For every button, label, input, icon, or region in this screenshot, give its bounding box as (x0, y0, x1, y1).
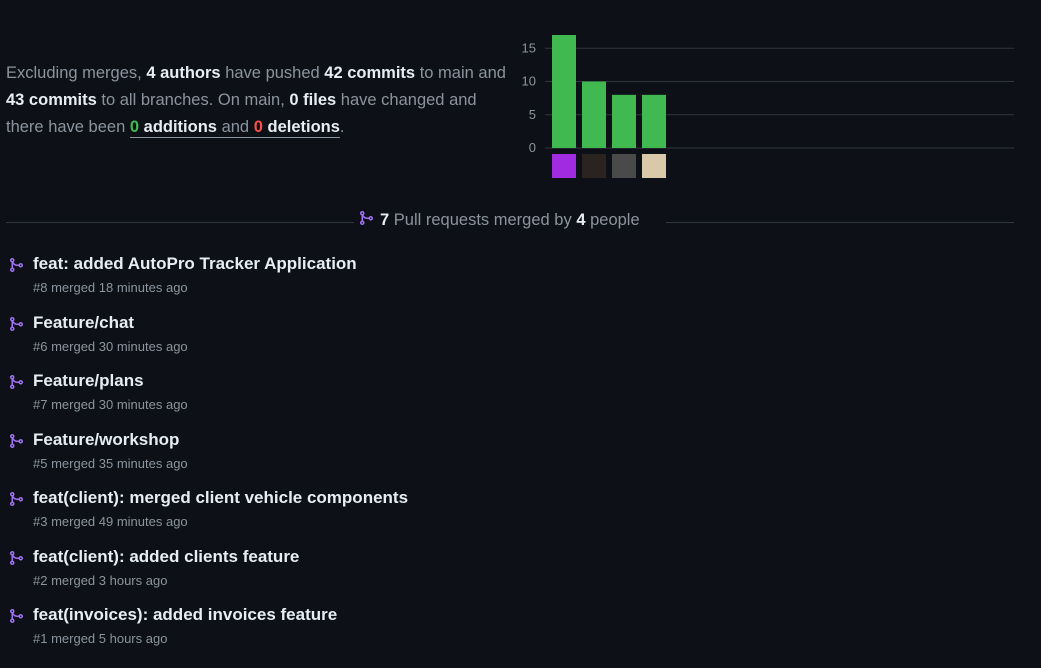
pr-title-link[interactable]: feat(client): merged client vehicle comp… (33, 486, 706, 510)
commit-bar[interactable] (552, 35, 576, 148)
pr-title-link[interactable]: Feature/workshop (33, 428, 706, 452)
author-avatar[interactable] (642, 154, 666, 178)
pulse-page: Excluding merges, 4 authors have pushed … (0, 0, 1041, 668)
pr-title-link[interactable]: Feature/chat (33, 311, 706, 335)
pr-merged-summary: 7 Pull requests merged by 4 people (358, 210, 640, 231)
author-avatar[interactable] (552, 154, 576, 178)
commit-summary: Excluding merges, 4 authors have pushed … (6, 60, 511, 141)
git-merge-icon (358, 210, 374, 231)
pr-meta: #5 merged 35 minutes ago (33, 455, 188, 471)
git-merge-icon (8, 433, 24, 449)
pr-list-item: feat(client): added clients feature #2 me… (6, 545, 706, 604)
summary-text: to main (419, 64, 474, 82)
bar-chart-svg: 0 5 10 15 (522, 35, 1014, 178)
additions-label: additions (143, 118, 217, 136)
pr-divider: 7 Pull requests merged by 4 people (6, 210, 1014, 230)
additions-count: 0 (129, 118, 140, 136)
pr-title-link[interactable]: feat(invoices): added invoices feature (33, 603, 706, 627)
pr-title-link[interactable]: feat: added AutoPro Tracker Application (33, 252, 706, 276)
y-tick-label: 5 (529, 107, 536, 122)
summary-text: and (221, 118, 250, 136)
pr-title-link[interactable]: feat(client): added clients feature (33, 545, 706, 569)
git-merge-icon (8, 608, 24, 624)
commit-bar[interactable] (642, 94, 666, 148)
authors-count: 4 authors (146, 64, 221, 82)
merged-pr-list: feat: added AutoPro Tracker Application #… (6, 252, 706, 662)
pr-list-item: Feature/chat #6 merged 30 minutes ago (6, 311, 706, 370)
y-tick-label: 10 (522, 74, 536, 89)
git-merge-icon (8, 550, 24, 566)
pr-text: Pull requests merged by (393, 211, 572, 229)
pr-list-item: feat(invoices): added invoices feature #1… (6, 603, 706, 662)
summary-text: . (339, 118, 345, 136)
git-merge-icon (8, 374, 24, 390)
people-text: people (590, 211, 640, 229)
commits-all-count: 43 commits (6, 91, 97, 109)
commit-bar[interactable] (582, 81, 606, 148)
files-changed-count: 0 files (289, 91, 337, 109)
pr-list-item: Feature/plans #7 merged 30 minutes ago (6, 369, 706, 428)
deletions-label: deletions (267, 118, 340, 136)
deletions-count: 0 (253, 118, 263, 136)
pr-list-item: Feature/workshop #5 merged 35 minutes ago (6, 428, 706, 487)
pr-meta: #6 merged 30 minutes ago (33, 338, 188, 354)
summary-text: have pushed (225, 64, 320, 82)
pr-meta: #7 merged 30 minutes ago (33, 397, 188, 412)
pr-meta: #3 merged 49 minutes ago (33, 514, 188, 529)
divider-line (666, 222, 1014, 223)
pr-title-link[interactable]: Feature/plans (33, 369, 706, 393)
pr-list-item: feat: added AutoPro Tracker Application #… (6, 252, 706, 311)
summary-text: to all branches. On main, (101, 91, 285, 109)
people-count: 4 (576, 211, 586, 229)
author-avatar[interactable] (612, 154, 636, 178)
git-merge-icon (8, 316, 24, 332)
commits-main-count: 42 commits (324, 64, 416, 82)
pr-meta: #2 merged 3 hours ago (33, 572, 168, 588)
y-tick-label: 15 (522, 40, 536, 55)
commit-bar[interactable] (612, 94, 636, 148)
summary-text: have changed (340, 91, 445, 109)
git-merge-icon (8, 491, 24, 507)
y-tick-label: 0 (529, 140, 536, 155)
commits-by-author-chart: 0 5 10 15 (515, 30, 1020, 185)
pr-list-item: feat(client): merged client vehicle comp… (6, 486, 706, 545)
pr-count: 7 (380, 211, 390, 229)
summary-text: and (478, 64, 506, 82)
pr-meta: #1 merged 5 hours ago (33, 631, 168, 646)
additions-deletions-link[interactable]: 0 additions and 0 deletions (129, 118, 340, 138)
divider-line (6, 222, 354, 223)
summary-text: Excluding merges, (6, 64, 142, 82)
author-avatar[interactable] (582, 154, 606, 178)
pr-meta: #8 merged 18 minutes ago (33, 280, 188, 295)
git-merge-icon (8, 257, 24, 273)
